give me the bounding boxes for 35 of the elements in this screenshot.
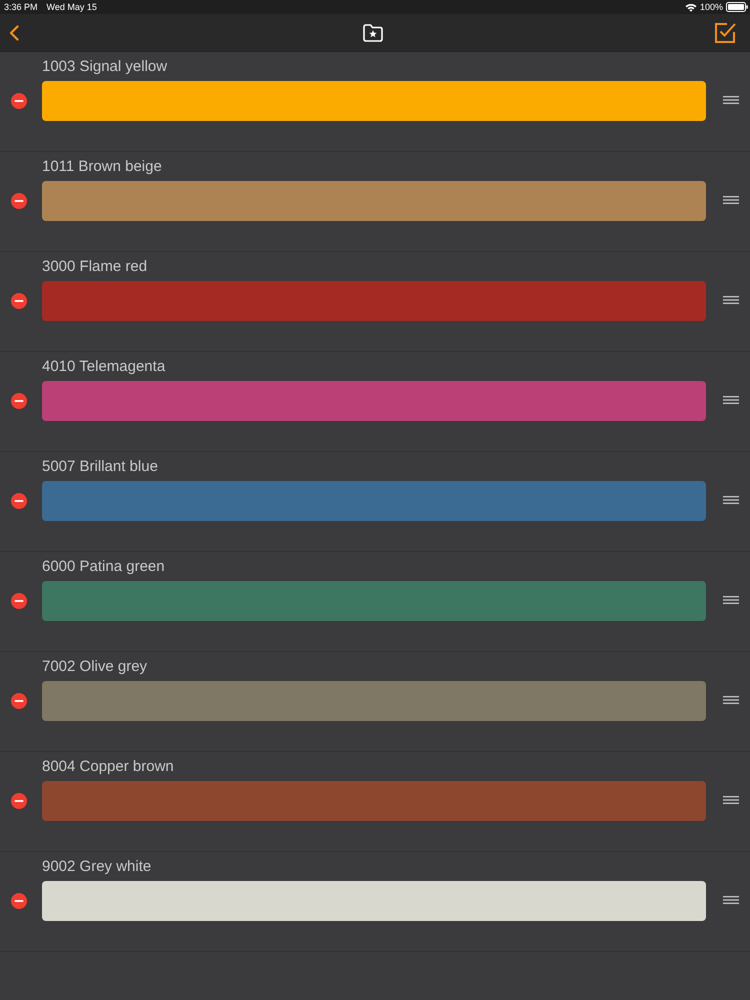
minus-circle-icon[interactable] <box>11 793 27 809</box>
minus-circle-icon[interactable] <box>11 493 27 509</box>
minus-circle-icon[interactable] <box>11 693 27 709</box>
status-time: 3:36 PM <box>4 2 38 12</box>
battery-percent: 100% <box>700 2 723 12</box>
drag-handle-icon[interactable] <box>723 296 739 304</box>
color-name: 5007 Brillant blue <box>42 458 158 475</box>
minus-circle-icon[interactable] <box>11 393 27 409</box>
status-date: Wed May 15 <box>46 2 97 12</box>
color-name: 1011 Brown beige <box>42 158 162 175</box>
minus-circle-icon[interactable] <box>11 893 27 909</box>
drag-handle-icon[interactable] <box>723 596 739 604</box>
minus-circle-icon[interactable] <box>11 93 27 109</box>
minus-circle-icon[interactable] <box>11 593 27 609</box>
color-name: 1003 Signal yellow <box>42 58 168 75</box>
color-name: 3000 Flame red <box>42 258 148 275</box>
minus-circle-icon[interactable] <box>11 293 27 309</box>
wifi-icon <box>684 2 697 12</box>
folder-star-icon <box>362 24 382 42</box>
drag-handle-icon[interactable] <box>723 796 739 804</box>
drag-handle-icon[interactable] <box>723 96 739 104</box>
color-name: 8004 Copper brown <box>42 758 174 775</box>
checked-box-icon[interactable] <box>714 22 736 44</box>
color-name: 4010 Telemagenta <box>42 358 166 375</box>
back-icon[interactable] <box>9 24 19 40</box>
battery-icon <box>726 2 748 12</box>
color-name: 6000 Patina green <box>42 558 165 575</box>
drag-handle-icon[interactable] <box>723 696 739 704</box>
drag-handle-icon[interactable] <box>723 896 739 904</box>
minus-circle-icon[interactable] <box>11 193 27 209</box>
color-name: 7002 Olive grey <box>42 658 148 675</box>
drag-handle-icon[interactable] <box>723 196 739 204</box>
color-name: 9002 Grey white <box>42 858 152 875</box>
drag-handle-icon[interactable] <box>723 396 739 404</box>
drag-handle-icon[interactable] <box>723 496 739 504</box>
